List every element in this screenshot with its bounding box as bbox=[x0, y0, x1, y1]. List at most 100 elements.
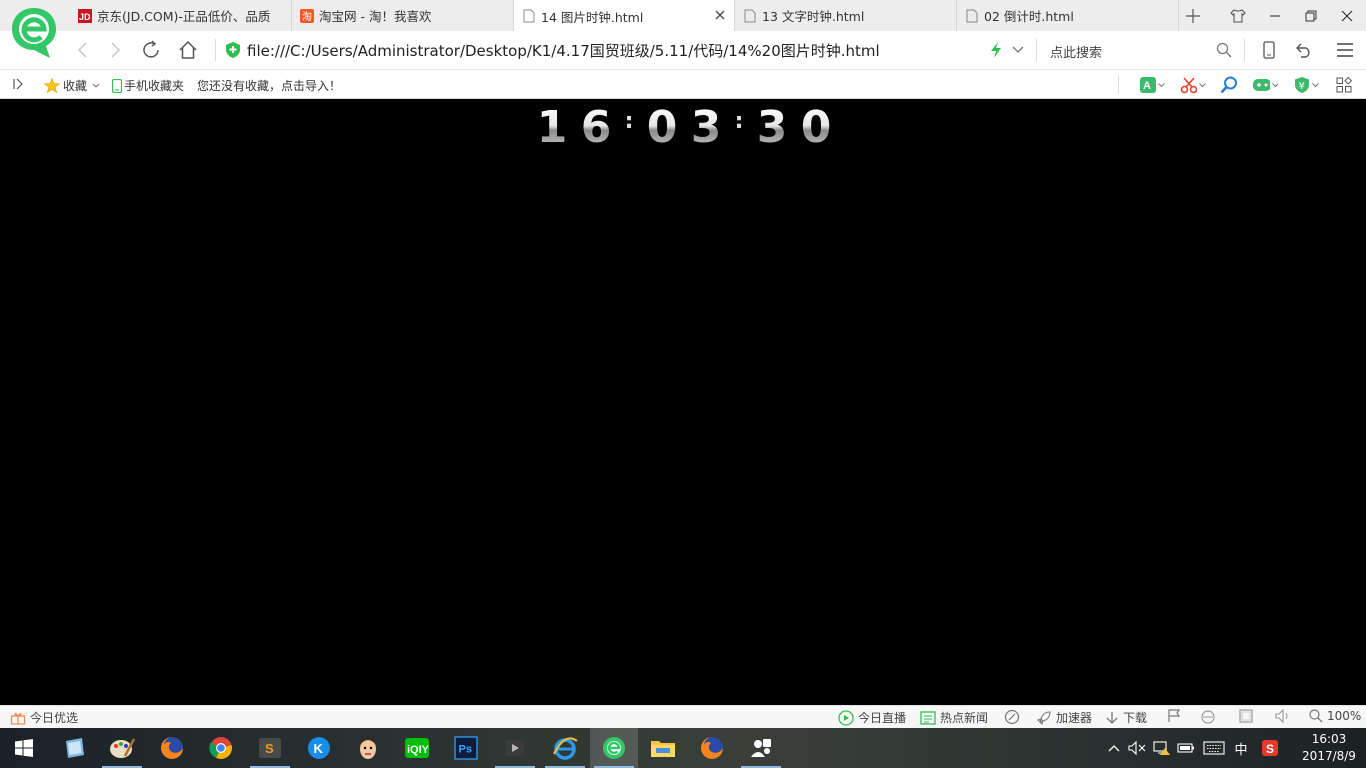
taobao-icon: 淘 bbox=[300, 8, 314, 23]
screenshot-tool[interactable] bbox=[1180, 76, 1206, 94]
mobile-favorites-link[interactable]: 手机收藏夹 bbox=[112, 77, 184, 94]
taskbar-avatar-app[interactable] bbox=[344, 728, 392, 768]
taskbar-iqiyi[interactable]: iQIY bbox=[393, 728, 441, 768]
tray-network[interactable] bbox=[1151, 728, 1173, 768]
secure-shield-icon bbox=[226, 42, 240, 58]
close-window-button[interactable] bbox=[1330, 0, 1364, 31]
address-dropdown-button[interactable] bbox=[1006, 38, 1030, 62]
ie-icon bbox=[1201, 710, 1215, 724]
skin-button[interactable] bbox=[1221, 0, 1255, 31]
taskbar-kugou[interactable]: K bbox=[295, 728, 343, 768]
taskbar-chrome[interactable] bbox=[197, 728, 245, 768]
news-label: 热点新闻 bbox=[940, 711, 989, 725]
minimize-button[interactable] bbox=[1258, 0, 1292, 31]
tray-battery[interactable] bbox=[1175, 728, 1197, 768]
close-icon bbox=[1341, 10, 1353, 21]
battery-icon bbox=[1177, 743, 1194, 753]
search-input[interactable]: 点此搜索 bbox=[1050, 42, 1102, 61]
today-picks-link[interactable]: 今日优选 bbox=[10, 709, 78, 726]
tab-countdown[interactable]: 02 倒计时.html bbox=[957, 0, 1179, 31]
window-mode-button[interactable] bbox=[1239, 709, 1257, 723]
forward-button[interactable] bbox=[104, 38, 128, 62]
apps-tool[interactable] bbox=[1336, 76, 1362, 94]
tray-overflow-button[interactable] bbox=[1104, 728, 1124, 768]
taskbar-photoshop[interactable]: Ps bbox=[442, 728, 490, 768]
new-tab-button[interactable] bbox=[1176, 0, 1210, 31]
taskbar-media-app[interactable] bbox=[491, 728, 539, 768]
lightning-icon bbox=[991, 42, 1001, 58]
chevron-left-icon bbox=[77, 42, 87, 58]
browser-logo-icon[interactable] bbox=[10, 6, 58, 60]
play-circle-icon bbox=[838, 709, 854, 726]
cleanup-button[interactable] bbox=[1004, 709, 1024, 725]
taskbar-firefox-2[interactable] bbox=[688, 728, 736, 768]
reload-button[interactable] bbox=[140, 38, 164, 62]
taskbar-ie[interactable] bbox=[541, 728, 589, 768]
tab-title: 14 图片时钟.html bbox=[541, 9, 644, 25]
import-bookmarks-hint[interactable]: 您还没有收藏，点击导入！ bbox=[197, 77, 341, 94]
taskbar-task-view[interactable] bbox=[50, 728, 98, 768]
tab-jd[interactable]: JD 京东(JD.COM)-正品低价、品质 bbox=[70, 0, 292, 31]
divider bbox=[1118, 76, 1119, 94]
main-menu-button[interactable] bbox=[1333, 38, 1357, 62]
chevron-right-icon bbox=[111, 42, 121, 58]
taskbar-firefox[interactable] bbox=[148, 728, 196, 768]
zoom-control[interactable]: 100% bbox=[1309, 709, 1361, 723]
page-icon bbox=[743, 9, 757, 23]
tray-ime[interactable]: 中 bbox=[1230, 728, 1252, 768]
reload-icon bbox=[143, 40, 159, 58]
ie-mode-button[interactable] bbox=[1200, 709, 1220, 725]
svg-text:JD: JD bbox=[79, 12, 91, 22]
restore-button[interactable] bbox=[1294, 0, 1328, 31]
tab-text-clock[interactable]: 13 文字时钟.html bbox=[735, 0, 957, 31]
mute-button[interactable] bbox=[1275, 709, 1295, 723]
speed-mode-button[interactable] bbox=[984, 38, 1008, 62]
taskbar-paint[interactable] bbox=[98, 728, 146, 768]
tab-image-clock[interactable]: 14 图片时钟.html bbox=[513, 0, 735, 32]
search-icon bbox=[1216, 42, 1232, 58]
undo-icon bbox=[1296, 43, 1310, 58]
taskbar-browser-active[interactable] bbox=[590, 728, 638, 768]
browser-status-bar: 今日优选 今日直播 热点新闻 加速器 下载 100% bbox=[0, 705, 1366, 728]
undo-close-button[interactable] bbox=[1292, 38, 1316, 62]
live-link[interactable]: 今日直播 bbox=[838, 709, 906, 726]
favorites-label: 收藏 bbox=[63, 79, 88, 93]
folder-icon bbox=[651, 741, 675, 757]
taskbar-file-explorer[interactable] bbox=[639, 728, 687, 768]
news-icon bbox=[920, 710, 936, 725]
close-tab-icon[interactable] bbox=[714, 9, 726, 21]
taskbar-sublime[interactable]: S bbox=[246, 728, 294, 768]
news-link[interactable]: 热点新闻 bbox=[920, 709, 988, 726]
svg-text:¥: ¥ bbox=[1299, 81, 1305, 92]
mobile-button[interactable] bbox=[1257, 38, 1281, 62]
start-button[interactable] bbox=[0, 728, 48, 768]
chevron-down-icon bbox=[1158, 82, 1165, 87]
system-clock[interactable]: 16:03 2017/8/9 bbox=[1296, 731, 1362, 765]
address-field[interactable]: file:///C:/Users/Administrator/Desktop/K… bbox=[226, 39, 880, 61]
accelerator-button[interactable]: 加速器 bbox=[1036, 709, 1092, 726]
chevron-down-icon bbox=[92, 83, 100, 88]
tray-volume[interactable] bbox=[1126, 728, 1148, 768]
chevron-down-icon bbox=[1199, 82, 1206, 87]
plus-icon bbox=[1186, 8, 1200, 23]
task-view-icon bbox=[66, 738, 84, 758]
search-button[interactable] bbox=[1212, 38, 1236, 62]
taskbar-user-app[interactable] bbox=[737, 728, 785, 768]
favorites-menu[interactable]: 收藏 bbox=[44, 77, 100, 94]
sidebar-toggle-button[interactable] bbox=[13, 78, 25, 90]
tab-taobao[interactable]: 淘 淘宝网 - 淘！我喜欢 bbox=[292, 0, 514, 31]
tab-strip: JD 京东(JD.COM)-正品低价、品质 淘 淘宝网 - 淘！我喜欢 14 图… bbox=[0, 0, 1366, 58]
translate-tool[interactable]: A bbox=[1139, 76, 1165, 94]
shopping-tool[interactable]: ¥ bbox=[1293, 76, 1319, 94]
find-tool[interactable] bbox=[1220, 76, 1246, 94]
home-button[interactable] bbox=[176, 38, 200, 62]
tray-keyboard[interactable] bbox=[1200, 728, 1228, 768]
chevron-down-icon bbox=[1012, 46, 1024, 53]
star-icon bbox=[44, 78, 60, 93]
keyboard-icon bbox=[1203, 741, 1225, 755]
tray-sogou[interactable]: S bbox=[1258, 728, 1282, 768]
back-button[interactable] bbox=[70, 38, 94, 62]
game-tool[interactable] bbox=[1252, 76, 1278, 94]
report-button[interactable] bbox=[1167, 709, 1185, 723]
download-button[interactable]: 下载 bbox=[1105, 709, 1147, 726]
